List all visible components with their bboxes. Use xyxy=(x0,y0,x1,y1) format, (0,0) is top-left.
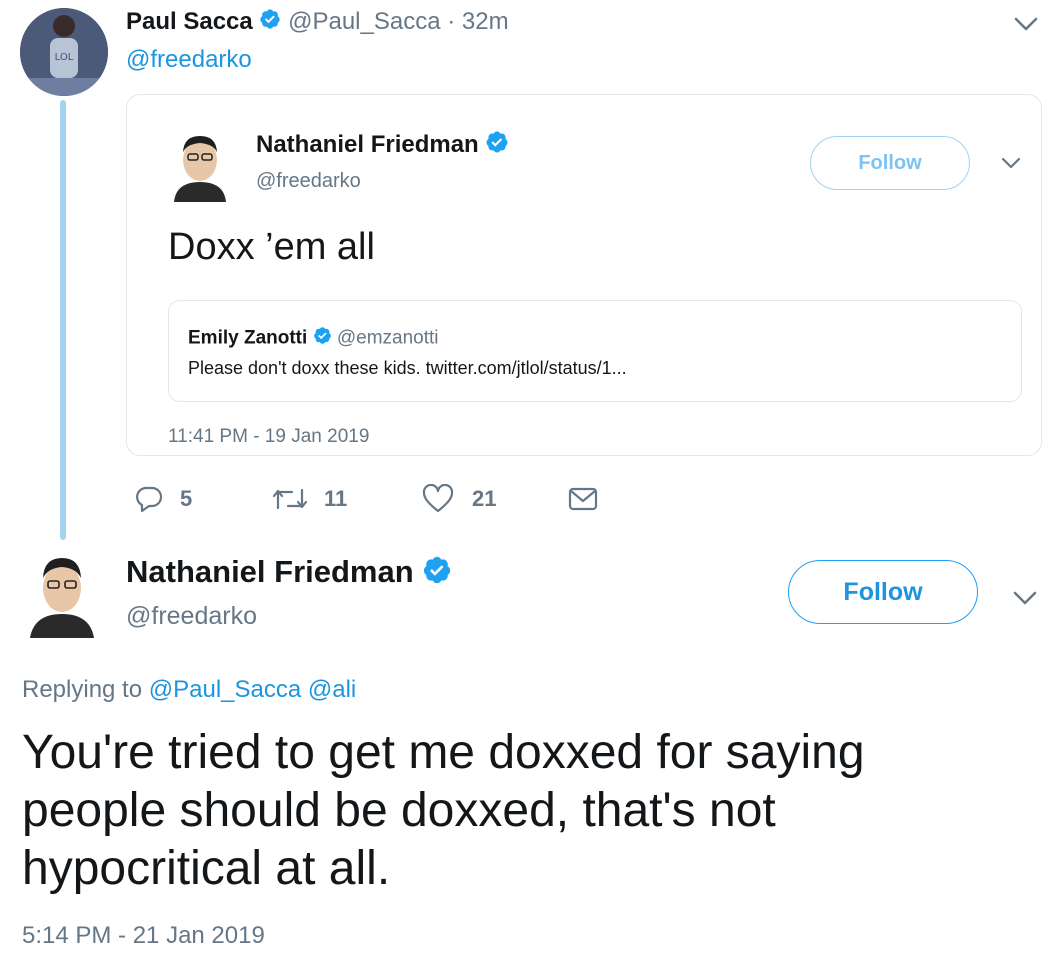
like-count: 21 xyxy=(472,486,497,511)
retweet-count: 11 xyxy=(324,486,348,511)
direct-message-action[interactable] xyxy=(568,486,598,512)
follow-button[interactable]: Follow xyxy=(810,136,970,190)
like-action[interactable]: 21 xyxy=(422,484,496,514)
author-handle[interactable]: @freedarko xyxy=(126,602,257,631)
tweet-text: You're tried to get me doxxed for saying… xyxy=(22,726,865,895)
reply-mention-link[interactable]: @freedarko xyxy=(126,46,252,74)
author-name[interactable]: Nathaniel Friedman xyxy=(256,131,479,158)
retweet-icon xyxy=(270,484,310,514)
author-name[interactable]: Paul Sacca xyxy=(126,8,253,35)
quoted-tweet-text: Doxx ’em all xyxy=(168,226,375,268)
parent-tweet-header: Paul Sacca @Paul_Sacca · 32m xyxy=(126,8,509,37)
replying-to-line: Replying to @Paul_Sacca @ali xyxy=(22,676,356,704)
nested-quote-text: Please don't doxx these kids. twitter.co… xyxy=(188,358,627,378)
avatar[interactable] xyxy=(168,130,232,202)
replying-to-label: Replying to xyxy=(22,676,143,703)
main-tweet-header: Nathaniel Friedman xyxy=(126,554,452,593)
follow-button[interactable]: Follow xyxy=(788,560,978,624)
replying-to-mention[interactable]: @ali xyxy=(308,676,356,703)
svg-text:LOL: LOL xyxy=(55,52,74,63)
reply-count: 5 xyxy=(180,486,193,511)
author-handle[interactable]: @Paul_Sacca xyxy=(288,8,440,35)
chevron-down-icon[interactable] xyxy=(1000,154,1022,172)
tweet-time[interactable]: 32m xyxy=(462,8,509,35)
verified-badge-icon xyxy=(485,130,509,161)
avatar[interactable] xyxy=(26,552,98,638)
author-name: Emily Zanotti xyxy=(188,327,308,349)
reply-icon xyxy=(134,484,164,514)
quoted-tweet-timestamp[interactable]: 11:41 PM - 19 Jan 2019 xyxy=(168,426,369,448)
tweet-timestamp[interactable]: 5:14 PM - 21 Jan 2019 xyxy=(22,922,265,950)
heart-icon xyxy=(422,484,454,514)
chevron-down-icon[interactable] xyxy=(1013,14,1039,34)
quoted-tweet-header: Nathaniel Friedman xyxy=(256,130,509,161)
nested-quote-card[interactable] xyxy=(168,300,1022,402)
author-handle[interactable]: @freedarko xyxy=(256,170,361,193)
author-handle: @emzanotti xyxy=(336,327,439,349)
envelope-icon xyxy=(568,486,598,512)
author-name[interactable]: Nathaniel Friedman xyxy=(126,554,414,589)
avatar[interactable]: LOL xyxy=(20,8,108,96)
replying-to-mention[interactable]: @Paul_Sacca xyxy=(149,676,301,703)
verified-badge-icon xyxy=(259,8,281,37)
verified-badge-icon xyxy=(313,326,332,351)
thread-line xyxy=(60,100,66,540)
reply-action[interactable]: 5 xyxy=(134,484,192,514)
time-separator: · xyxy=(447,8,456,35)
chevron-down-icon[interactable] xyxy=(1012,588,1038,608)
verified-badge-icon xyxy=(422,555,452,593)
retweet-action[interactable]: 11 xyxy=(270,484,347,514)
nested-quote-header: Emily Zanotti @emzanotti xyxy=(188,326,439,351)
